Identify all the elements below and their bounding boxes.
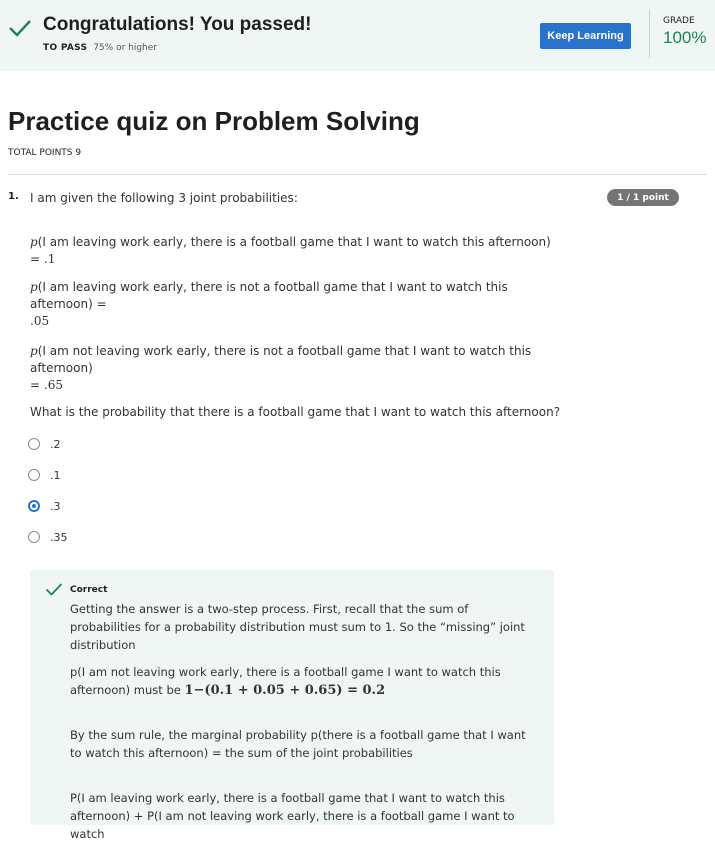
- feedback-text: P(I am leaving work early, there is a fo…: [70, 791, 515, 841]
- option-label: .3: [50, 499, 61, 513]
- probability-statement: p(I am leaving work early, there is a fo…: [30, 235, 551, 266]
- to-pass-value: 75% or higher: [93, 43, 157, 53]
- feedback-text: By the sum rule, the marginal probabilit…: [70, 728, 526, 760]
- question-prompt: I am given the following 3 joint probabi…: [30, 191, 298, 205]
- result-banner: Congratulations! You passed! TO PASS 75%…: [0, 0, 715, 71]
- answer-option[interactable]: .35: [28, 529, 68, 545]
- total-points: TOTAL POINTS 9: [8, 148, 82, 158]
- option-label: .1: [50, 468, 61, 482]
- feedback-panel: Correct Getting the answer is a two-step…: [30, 570, 554, 841]
- divider: [8, 174, 707, 175]
- radio-selected-icon[interactable]: [28, 500, 40, 512]
- pass-requirement: TO PASS 75% or higher: [43, 43, 157, 53]
- option-label: .2: [50, 437, 61, 451]
- probability-statement: p(I am leaving work early, there is not …: [30, 280, 508, 328]
- banner-title: Congratulations! You passed!: [43, 14, 312, 35]
- radio-icon[interactable]: [28, 438, 40, 450]
- to-pass-label: TO PASS: [43, 43, 88, 53]
- check-icon: [45, 583, 63, 596]
- grade-value: 100%: [663, 28, 707, 47]
- answer-option[interactable]: .2: [28, 436, 61, 452]
- check-icon: [9, 20, 31, 37]
- radio-icon[interactable]: [28, 531, 40, 543]
- grade-label: GRADE: [663, 16, 695, 26]
- feedback-status: Correct: [70, 585, 108, 595]
- answer-option-selected[interactable]: .3: [28, 498, 61, 514]
- question-ask: What is the probability that there is a …: [30, 405, 561, 419]
- divider: [649, 9, 650, 58]
- radio-icon[interactable]: [28, 469, 40, 481]
- points-badge: 1 / 1 point: [607, 189, 679, 206]
- question-number: 1.: [8, 191, 19, 202]
- feedback-text: p(I am not leaving work early, there is …: [70, 665, 501, 698]
- answer-option[interactable]: .1: [28, 467, 61, 483]
- keep-learning-button[interactable]: Keep Learning: [540, 23, 631, 49]
- probability-statement: p(I am not leaving work early, there is …: [30, 344, 532, 392]
- feedback-text: Getting the answer is a two-step process…: [70, 602, 525, 652]
- page-title: Practice quiz on Problem Solving: [8, 106, 420, 136]
- option-label: .35: [50, 530, 68, 544]
